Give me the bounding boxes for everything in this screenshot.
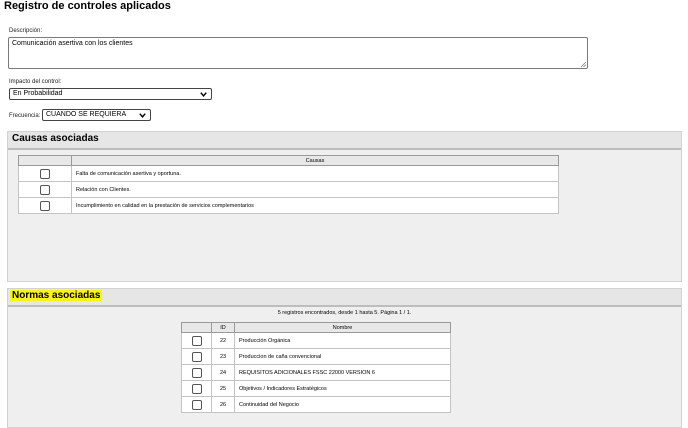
causa-text: Relación con Clientes. [71,181,559,198]
description-label: Descripción: [9,28,43,34]
norma-name: Produccion de caña convencional [234,348,451,365]
causas-section: Causas asociadas Causas Falta de comunic… [7,131,682,282]
table-row: 23 Produccion de caña convencional [181,348,451,365]
impact-value: En Probabilidad [13,90,63,97]
norma-checkbox[interactable] [191,351,202,362]
causas-header-bar: Causas asociadas [8,132,681,150]
normas-section: Normas asociadas 5 registros encontrados… [7,288,682,428]
causa-text: Falta de comunicación asertiva y oportun… [71,165,559,182]
frequency-select[interactable]: CUANDO SE REQUIERA [42,109,151,121]
normas-header-bar: Normas asociadas [8,289,681,307]
table-row: 24 REQUISITOS ADICIONALES FSSC 22000 VER… [181,364,451,381]
description-value: Comunicación asertiva con los clientes [12,40,133,47]
checkbox-column-header [181,322,212,333]
id-column-header: ID [211,322,235,333]
description-textarea[interactable]: Comunicación asertiva con los clientes [8,37,588,69]
norma-name: Producción Orgánica [234,332,451,349]
causas-table: Causas Falta de comunicación asertiva y … [18,155,559,214]
resize-grip-icon[interactable] [580,61,586,67]
name-column-header: Nombre [234,322,451,333]
causa-text: Incumplimiento en calidad en la prestaci… [71,197,559,214]
norma-checkbox[interactable] [191,399,202,410]
norma-id: 23 [211,348,235,365]
causa-checkbox[interactable] [40,168,50,179]
causas-title: Causas asociadas [12,133,99,144]
chevron-down-icon [200,92,207,97]
causa-checkbox[interactable] [40,184,50,195]
norma-name: Continuidad del Negocio [234,396,451,413]
table-row: 26 Continuidad del Negocio [181,396,451,413]
impact-label: Impacto del control: [9,79,62,85]
frequency-value: CUANDO SE REQUIERA [46,111,127,118]
checkbox-column-header [18,155,72,166]
causa-checkbox[interactable] [40,200,50,211]
table-row: 25 Objetivos / Indicadores Estratégicos [181,380,451,397]
norma-id: 25 [211,380,235,397]
impact-select[interactable]: En Probabilidad [9,88,212,100]
norma-checkbox[interactable] [191,335,202,346]
norma-id: 24 [211,364,235,381]
norma-name: REQUISITOS ADICIONALES FSSC 22000 VERSIO… [234,364,451,381]
table-row: Falta de comunicación asertiva y oportun… [18,165,559,182]
norma-name: Objetivos / Indicadores Estratégicos [234,380,451,397]
page-title: Registro de controles aplicados [4,0,171,12]
records-summary: 5 registros encontrados, desde 1 hasta 5… [277,310,412,316]
table-row: Incumplimiento en calidad en la prestaci… [18,197,559,214]
norma-checkbox[interactable] [191,383,202,394]
table-row: 22 Producción Orgánica [181,332,451,349]
norma-id: 22 [211,332,235,349]
table-row: Relación con Clientes. [18,181,559,198]
causas-column-header: Causas [71,155,559,166]
normas-table: ID Nombre 22 Producción Orgánica 23 Prod… [181,322,451,413]
norma-id: 26 [211,396,235,413]
normas-title: Normas asociadas [10,290,103,301]
chevron-down-icon [139,113,146,118]
norma-checkbox[interactable] [191,367,202,378]
frequency-label: Frecuencia: [9,113,41,119]
